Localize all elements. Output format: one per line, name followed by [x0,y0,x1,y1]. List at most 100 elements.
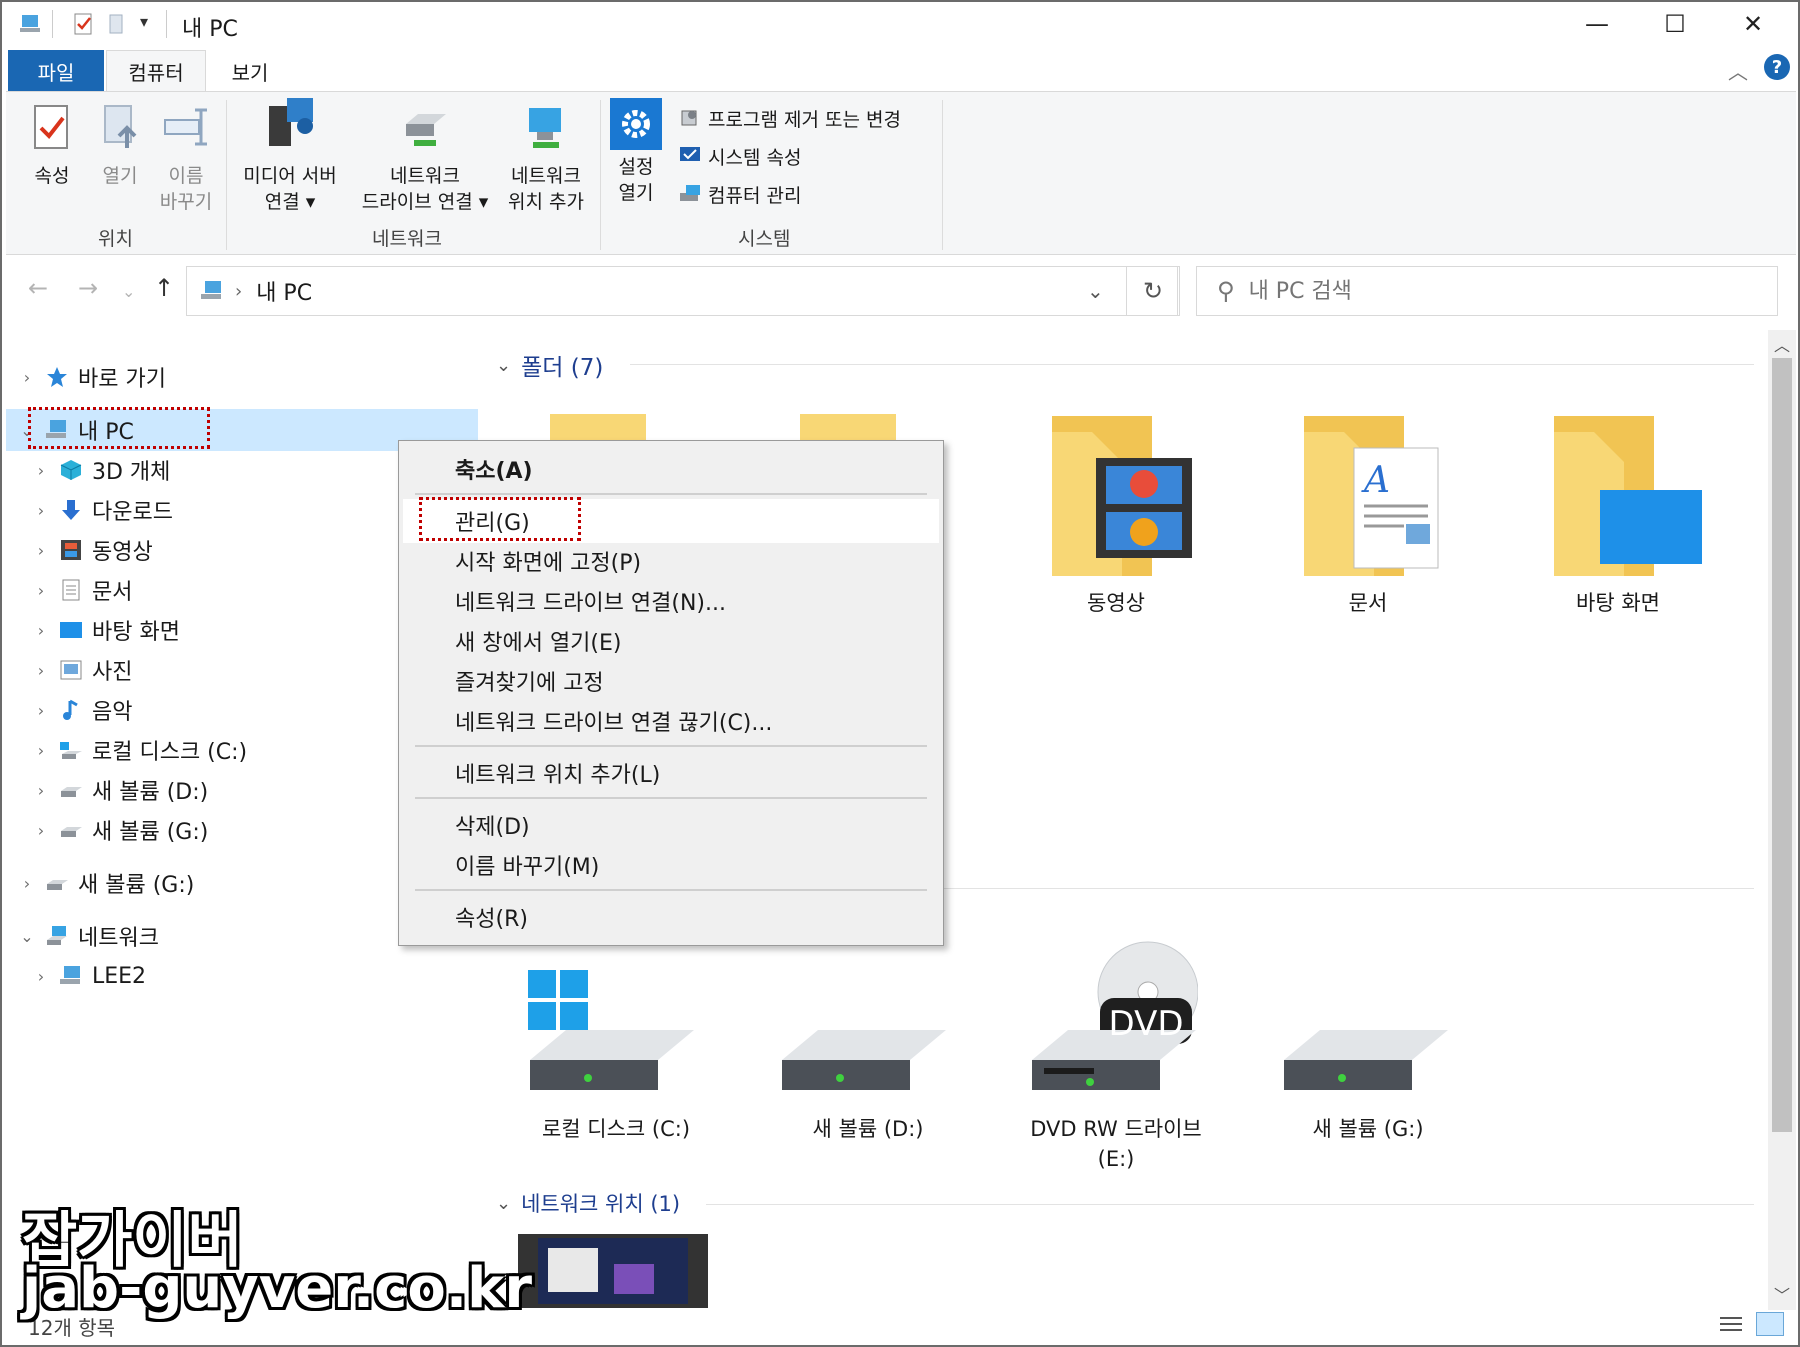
system-properties-icon [680,147,700,161]
scroll-down-icon[interactable]: ﹀ [1774,1282,1790,1306]
search-box[interactable]: ⚲ [1196,266,1778,316]
menu-item-collapse[interactable]: 축소(A) [455,451,533,487]
chevron-down-icon[interactable]: ⌄ [496,1193,511,1214]
chevron-right-icon[interactable]: › [30,581,52,600]
properties-button[interactable]: 속성 [20,102,84,189]
close-button[interactable]: ✕ [1714,2,1792,46]
computer-management-button[interactable]: 컴퓨터 관리 [678,178,801,210]
chevron-right-icon[interactable]: › [30,967,52,986]
windows-drive-icon[interactable] [526,968,696,1098]
drive-icon[interactable] [778,1012,948,1102]
forward-button[interactable]: → [78,274,98,302]
folder-label-desktop[interactable]: 바탕 화면 [1498,588,1738,618]
nav-item-volume-g[interactable]: › 새 볼륨 (G:) [30,811,209,849]
chevron-right-icon[interactable]: › [30,781,52,800]
chevron-right-icon[interactable]: › [30,461,52,480]
drive-icon [47,880,68,890]
uninstall-program-button[interactable]: 프로그램 제거 또는 변경 [678,102,901,134]
chevron-right-icon[interactable]: › [30,741,52,760]
chevron-right-icon[interactable]: › [30,701,52,720]
drive-label-dvd[interactable]: DVD RW 드라이브 (E:) [996,1114,1236,1174]
nav-item-volume-g-root[interactable]: › 새 볼륨 (G:) [16,864,195,902]
folder-icon[interactable] [548,412,648,442]
nav-item-lee2[interactable]: › LEE2 [30,957,146,995]
menu-item-map-network-drive[interactable]: 네트워크 드라이브 연결(N)... [455,583,726,619]
nav-item-quick-access[interactable]: › 바로 가기 [16,358,166,396]
up-button[interactable]: ↑ [154,274,174,302]
add-network-location-button[interactable]: 네트워크 위치 추가 [498,102,594,215]
tab-computer[interactable]: 컴퓨터 [106,50,206,92]
drive-label-volume-g[interactable]: 새 볼륨 (G:) [1248,1114,1488,1144]
details-view-icon[interactable] [1718,1314,1744,1334]
menu-item-delete[interactable]: 삭제(D) [455,807,530,843]
network-location-thumbnail[interactable] [518,1234,708,1308]
vertical-scrollbar[interactable]: ︿ ﹀ [1768,330,1796,1310]
chevron-right-icon[interactable]: › [30,621,52,640]
system-properties-button[interactable]: 시스템 속성 [678,140,801,172]
menu-item-pin-start[interactable]: 시작 화면에 고정(P) [455,543,641,579]
explorer-window: ▾ 내 PC — ☐ ✕ 파일 컴퓨터 보기 ︿ ? 속성 열기 이름 바꾸기 … [0,0,1800,1347]
chevron-right-icon[interactable]: › [16,368,38,387]
tab-view[interactable]: 보기 [208,50,292,92]
chevron-right-icon[interactable]: › [30,661,52,680]
nav-item-volume-d[interactable]: › 새 볼륨 (D:) [30,771,208,809]
chevron-down-icon[interactable]: ⌄ [16,927,38,946]
drive-label-local-c[interactable]: 로컬 디스크 (C:) [496,1114,736,1144]
back-button[interactable]: ← [28,274,48,302]
nav-item-videos[interactable]: › 동영상 [30,531,153,569]
nav-item-downloads[interactable]: › 다운로드 [30,491,173,529]
collapse-ribbon-icon[interactable]: ︿ [1728,56,1748,85]
network-locations-header[interactable]: ⌄ 네트워크 위치 (1) [496,1188,680,1218]
documents-folder-icon[interactable]: A [1300,412,1450,582]
menu-item-open-new-window[interactable]: 새 창에서 열기(E) [455,623,622,659]
desktop-folder-icon[interactable] [1550,412,1706,582]
scroll-thumb[interactable] [1772,358,1792,1132]
map-network-drive-button[interactable]: 네트워크 드라이브 연결 ▾ [352,102,498,215]
open-settings-button[interactable]: 설정 열기 [606,98,666,206]
search-input[interactable] [1248,278,1729,304]
nav-item-network[interactable]: ⌄ 네트워크 [16,917,159,955]
chevron-right-icon[interactable]: › [30,501,52,520]
folder-icon[interactable] [798,412,898,442]
folder-label-documents[interactable]: 문서 [1248,588,1488,618]
chevron-right-icon[interactable]: › [30,541,52,560]
recent-locations-icon[interactable]: ⌄ [122,282,135,301]
large-icons-view-icon[interactable] [1756,1312,1784,1336]
nav-item-3d-objects[interactable]: › 3D 개체 [30,451,170,489]
new-folder-quick-icon[interactable] [106,12,130,36]
drive-icon [61,787,82,797]
chevron-right-icon[interactable]: › [30,821,52,840]
open-button[interactable]: 열기 [90,102,150,189]
nav-item-documents[interactable]: › 문서 [30,571,132,609]
drive-icon[interactable] [1280,1012,1450,1102]
maximize-button[interactable]: ☐ [1636,2,1714,46]
menu-item-add-network-location[interactable]: 네트워크 위치 추가(L) [455,755,660,791]
nav-item-music[interactable]: › 음악 [30,691,132,729]
videos-folder-icon[interactable] [1048,412,1198,582]
rename-icon [164,108,207,146]
chevron-down-icon[interactable]: ⌄ [496,355,511,376]
menu-item-properties[interactable]: 속성(R) [455,899,528,935]
menu-item-rename[interactable]: 이름 바꾸기(M) [455,847,599,883]
refresh-button[interactable]: ↻ [1126,266,1180,316]
media-server-button[interactable]: 미디어 서버 연결 ▾ [234,96,346,215]
menu-item-pin-quick-access[interactable]: 즐겨찾기에 고정 [455,663,604,699]
qat-dropdown-icon[interactable]: ▾ [140,12,148,31]
scroll-up-icon[interactable]: ︿ [1774,332,1790,356]
properties-quick-icon[interactable] [72,12,96,36]
help-icon[interactable]: ? [1764,54,1790,80]
nav-item-local-disk-c[interactable]: › 로컬 디스크 (C:) [30,731,247,769]
minimize-button[interactable]: — [1558,2,1636,46]
tab-file[interactable]: 파일 [8,50,104,92]
rename-button[interactable]: 이름 바꾸기 [152,102,220,215]
menu-item-disconnect-drive[interactable]: 네트워크 드라이브 연결 끊기(C)... [455,703,772,739]
chevron-right-icon[interactable]: › [16,874,38,893]
address-bar[interactable]: › 내 PC ⌄ [186,266,1178,316]
nav-item-pictures[interactable]: › 사진 [30,651,133,689]
folders-section-header[interactable]: ⌄ 폴더 (7) [496,348,603,382]
address-dropdown-icon[interactable]: ⌄ [1087,279,1104,303]
drive-label-volume-d[interactable]: 새 볼륨 (D:) [748,1114,988,1144]
nav-item-desktop[interactable]: › 바탕 화면 [30,611,180,649]
address-path[interactable]: 내 PC [256,275,312,307]
folder-label-videos[interactable]: 동영상 [996,588,1236,618]
